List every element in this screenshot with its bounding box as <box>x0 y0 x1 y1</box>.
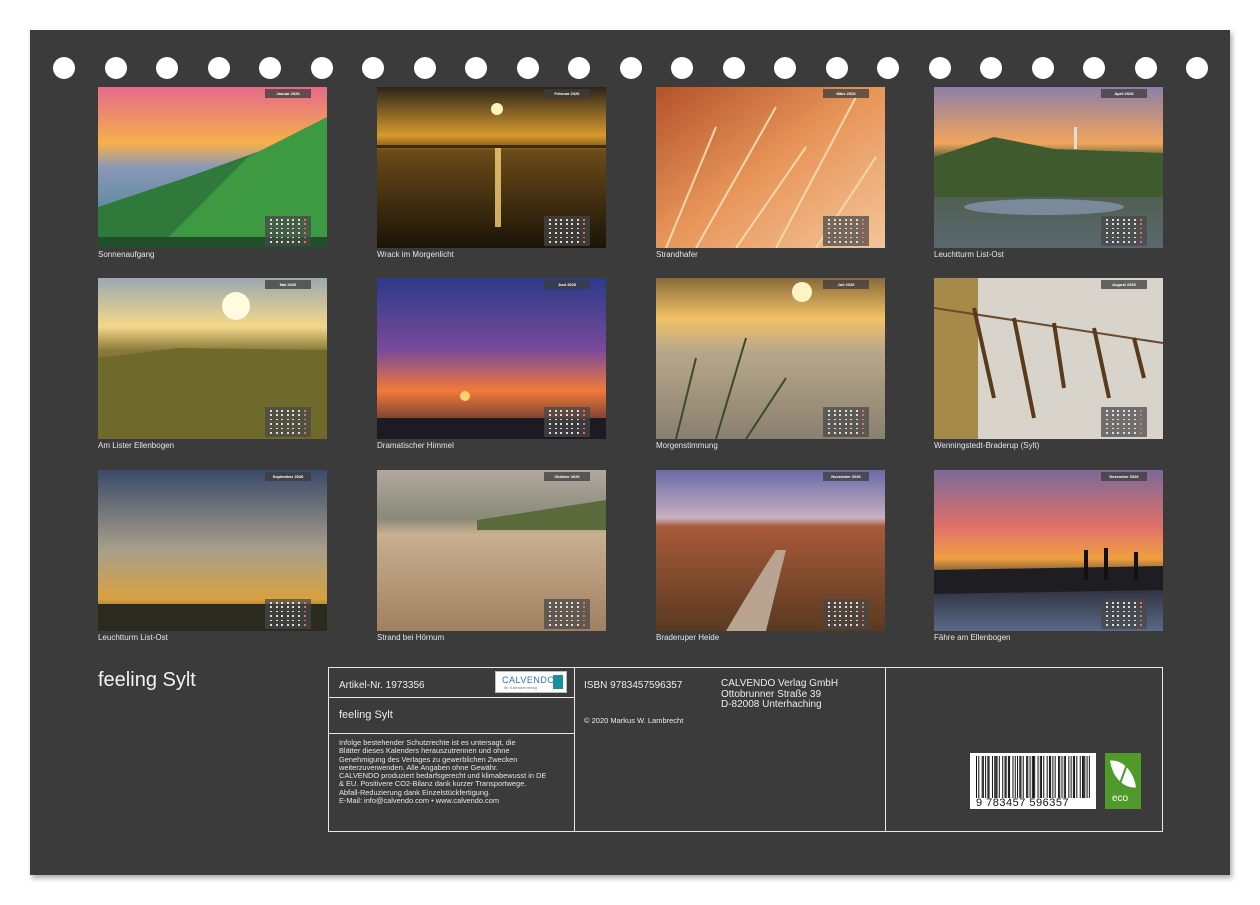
photo-caption: Strandhafer <box>656 250 698 259</box>
binding-hole <box>1083 57 1105 79</box>
publisher-line: CALVENDO Verlag GmbH <box>721 678 839 689</box>
binding-hole <box>619 57 642 79</box>
month-photo-juni: Juni 2026 <box>377 278 606 439</box>
barcode-digits: 9 783457 596357 <box>976 797 1070 809</box>
photo-caption: Am Lister Ellenbogen <box>98 441 175 450</box>
binding-hole <box>1134 57 1157 79</box>
article-number: Artikel-Nr. 1973356 <box>339 680 425 691</box>
binding-hole <box>156 57 178 79</box>
leaf-icon <box>1110 757 1136 791</box>
isbn: ISBN 9783457596357 <box>584 680 683 691</box>
legal-notice: Infolge bestehender Schutzrechte ist es … <box>339 738 546 806</box>
month-photo-maerz: März 2026 <box>656 87 885 248</box>
binding-hole <box>722 57 745 79</box>
mini-calendar-grid <box>823 216 869 246</box>
barcode-bars <box>976 756 1090 798</box>
binding-hole <box>516 57 539 79</box>
photo-caption: Dramatischer Himmel <box>377 441 454 450</box>
photo-caption: Wrack im Morgenlicht <box>377 250 454 259</box>
binding-hole <box>825 57 848 79</box>
mini-calendar-grid <box>544 599 590 629</box>
month-label: Mai 2026 <box>265 280 311 289</box>
product-title: feeling Sylt <box>339 709 393 721</box>
binding-hole <box>877 57 899 79</box>
mini-calendar-grid <box>265 216 311 246</box>
month-label: Juni 2026 <box>544 280 590 289</box>
binding-hole <box>310 57 333 79</box>
month-label: Dezember 2026 <box>1101 472 1147 481</box>
mini-calendar-grid <box>1101 599 1147 629</box>
month-photo-november: November 2026 <box>656 470 885 631</box>
calendar-title: feeling Sylt <box>98 669 196 691</box>
mini-calendar-grid <box>823 599 869 629</box>
logo-text: CALVENDO <box>502 675 555 685</box>
copyright: © 2020 Markus W. Lambrecht <box>584 716 684 725</box>
month-photo-oktober: Oktober 2026 <box>377 470 606 631</box>
month-photo-dezember: Dezember 2026 <box>934 470 1163 631</box>
binding-hole <box>104 57 127 79</box>
isbn-barcode: 9 783457 596357 <box>970 753 1096 809</box>
binding-hole <box>259 57 281 79</box>
mini-calendar-grid <box>1101 407 1147 437</box>
photo-caption: Morgenstimmung <box>656 441 718 450</box>
month-label: November 2026 <box>823 472 869 481</box>
month-photo-mai: Mai 2026 <box>98 278 327 439</box>
month-label: September 2026 <box>265 472 311 481</box>
binding-hole <box>671 57 693 79</box>
month-label: Februar 2026 <box>544 89 590 98</box>
binding-hole <box>413 57 436 79</box>
binding-hole <box>928 57 951 79</box>
month-photo-juli: Juli 2026 <box>656 278 885 439</box>
mini-calendar-grid <box>265 407 311 437</box>
mini-calendar-grid <box>823 407 869 437</box>
month-label: Oktober 2026 <box>544 472 590 481</box>
binding-hole <box>207 57 230 79</box>
binding-hole <box>362 57 384 79</box>
mini-calendar-grid <box>265 599 311 629</box>
publisher-line: D-82008 Unterhaching <box>721 699 822 710</box>
month-label: April 2026 <box>1101 89 1147 98</box>
month-photo-januar: Januar 2026 <box>98 87 327 248</box>
binding-hole <box>465 57 487 79</box>
binding-hole <box>53 57 75 79</box>
month-photo-september: September 2026 <box>98 470 327 631</box>
eco-label: eco <box>1112 793 1129 804</box>
mini-calendar-grid <box>544 216 590 246</box>
photo-caption: Leuchtturm List-Ost <box>934 250 1004 259</box>
month-photo-februar: Februar 2026 <box>377 87 606 248</box>
logo-subtext: Ihr Kalenderverlag <box>504 685 537 690</box>
divider <box>328 697 575 698</box>
binding-hole <box>1031 57 1054 79</box>
photo-caption: Fähre am Ellenbogen <box>934 633 1011 642</box>
month-label: Juli 2026 <box>823 280 869 289</box>
binding-hole <box>1186 57 1208 79</box>
mini-calendar-grid <box>1101 216 1147 246</box>
eco-badge: eco <box>1105 753 1141 809</box>
logo-flag-icon <box>553 675 563 689</box>
photo-caption: Wenningstedt-Braderup (Sylt) <box>934 441 1040 450</box>
month-label: März 2026 <box>823 89 869 98</box>
month-photo-august: August 2026 <box>934 278 1163 439</box>
photo-caption: Braderuper Heide <box>656 633 720 642</box>
month-label: August 2026 <box>1101 280 1147 289</box>
binding-hole <box>568 57 590 79</box>
binding-hole <box>980 57 1002 79</box>
publisher-address: CALVENDO Verlag GmbH Ottobrunner Straße … <box>721 678 839 711</box>
month-photo-april: April 2026 <box>934 87 1163 248</box>
photo-caption: Strand bei Hörnum <box>377 633 445 642</box>
mini-calendar-grid <box>544 407 590 437</box>
calvendo-logo: CALVENDO Ihr Kalenderverlag <box>495 671 567 693</box>
divider <box>328 733 575 734</box>
binding-hole <box>774 57 796 79</box>
month-label: Januar 2026 <box>265 89 311 98</box>
photo-caption: Sonnenaufgang <box>98 250 155 259</box>
legal-line: E-Mail: info@calvendo.com • www.calvendo… <box>339 796 500 806</box>
photo-caption: Leuchtturm List-Ost <box>98 633 168 642</box>
